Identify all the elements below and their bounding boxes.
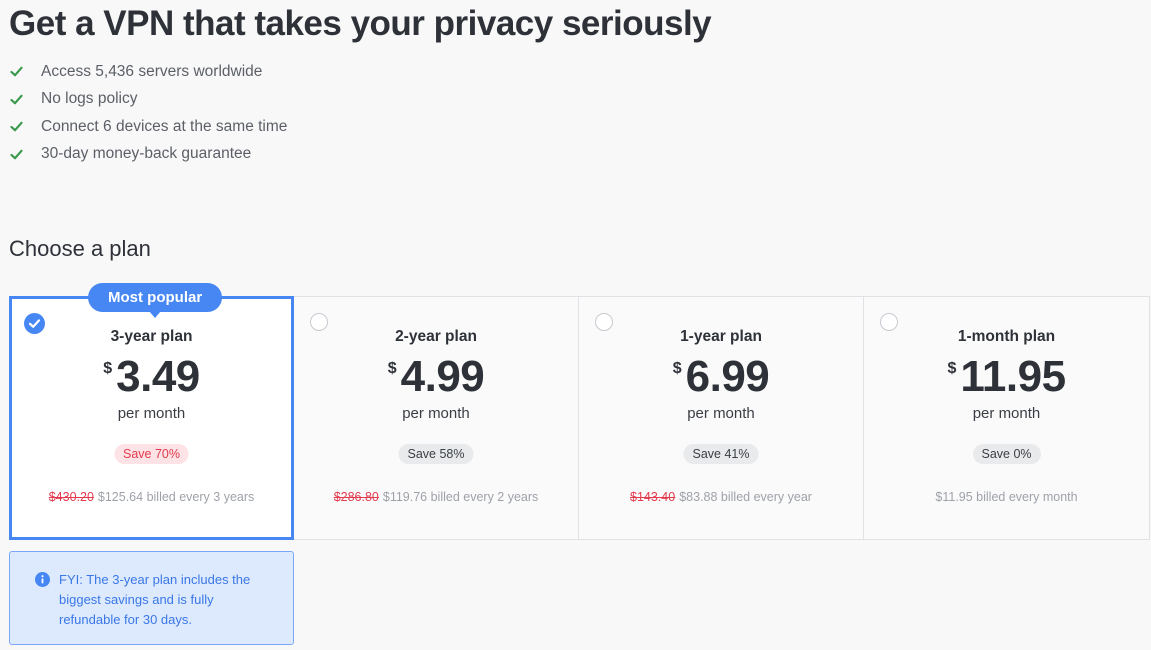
feature-label: Access 5,436 servers worldwide — [41, 62, 263, 80]
choose-plan-heading: Choose a plan — [9, 236, 151, 261]
feature-label: 30-day money-back guarantee — [41, 145, 252, 163]
plan-name: 3-year plan — [110, 328, 193, 345]
plan-card-1-year[interactable]: 1-year plan $ 6.99 per month Save 41% $1… — [579, 297, 864, 539]
billing-info: $430.20 $125.64 billed every 3 years — [12, 490, 291, 504]
plan-card-1-month[interactable]: 1-month plan $ 11.95 per month Save 0% $… — [864, 297, 1149, 539]
plan-price: $ 11.95 — [864, 351, 1149, 403]
price-amount: 3.49 — [116, 352, 200, 401]
plan-card-3-year[interactable]: Most popular 3-year plan $ 3.49 per mont… — [9, 283, 294, 540]
check-icon — [10, 121, 23, 132]
savings-badge: Save 41% — [683, 444, 759, 464]
original-price: $430.20 — [48, 490, 94, 504]
fyi-text: FYI: The 3-year plan includes the bigges… — [59, 572, 251, 627]
plan-selector: Most popular 3-year plan $ 3.49 per mont… — [9, 283, 1150, 540]
price-period: per month — [402, 405, 470, 422]
most-popular-badge: Most popular — [88, 283, 223, 318]
feature-item: Access 5,436 servers worldwide — [10, 58, 287, 86]
plan-price: $ 3.49 — [12, 351, 291, 403]
price-amount: 11.95 — [960, 352, 1066, 401]
feature-item: No logs policy — [10, 86, 287, 114]
feature-label: Connect 6 devices at the same time — [41, 117, 288, 135]
original-price: $143.40 — [630, 490, 676, 504]
check-icon — [10, 66, 23, 77]
billed-amount: $11.95 billed every month — [935, 490, 1078, 504]
plan-name: 1-month plan — [957, 328, 1056, 345]
fyi-notice: FYI: The 3-year plan includes the bigges… — [9, 551, 294, 645]
check-icon — [10, 94, 23, 105]
feature-label: No logs policy — [41, 90, 138, 108]
currency-symbol: $ — [947, 360, 957, 377]
feature-item: 30-day money-back guarantee — [10, 141, 287, 169]
currency-symbol: $ — [387, 360, 397, 377]
billing-info: $286.80 $119.76 billed every 2 years — [294, 490, 578, 504]
plan-name: 2-year plan — [395, 328, 477, 345]
billed-amount: $125.64 billed every 3 years — [97, 490, 255, 504]
info-icon — [35, 572, 50, 587]
savings-badge: Save 70% — [114, 444, 189, 464]
price-period: per month — [687, 405, 755, 422]
price-period: per month — [972, 405, 1041, 422]
currency-symbol: $ — [103, 360, 113, 377]
page-title: Get a VPN that takes your privacy seriou… — [9, 4, 712, 43]
price-period: per month — [117, 405, 186, 422]
plan-card-2-year[interactable]: 2-year plan $ 4.99 per month Save 58% $2… — [294, 297, 579, 539]
plan-price: $ 6.99 — [579, 351, 863, 403]
feature-list: Access 5,436 servers worldwide No logs p… — [10, 58, 287, 168]
vpn-pricing-page: Get a VPN that takes your privacy seriou… — [0, 0, 1151, 650]
savings-badge: Save 0% — [972, 444, 1041, 464]
plan-name: 1-year plan — [680, 328, 762, 345]
billing-info: $143.40 $83.88 billed every year — [579, 490, 863, 504]
plan-price: $ 4.99 — [294, 351, 578, 403]
original-price: $286.80 — [333, 490, 379, 504]
check-icon — [10, 149, 23, 160]
billing-info: $11.95 billed every month — [864, 490, 1149, 504]
feature-item: Connect 6 devices at the same time — [10, 113, 287, 141]
billed-amount: $119.76 billed every 2 years — [382, 490, 539, 504]
billed-amount: $83.88 billed every year — [679, 490, 812, 504]
currency-symbol: $ — [672, 360, 682, 377]
price-amount: 4.99 — [400, 352, 485, 401]
savings-badge: Save 58% — [398, 444, 474, 464]
price-amount: 6.99 — [685, 352, 770, 401]
